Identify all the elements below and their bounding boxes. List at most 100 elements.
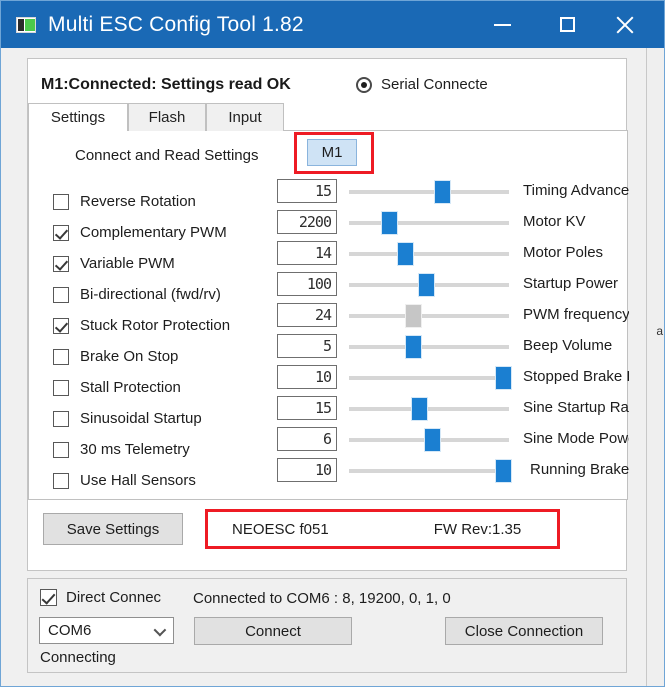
serial-connected-radio-group[interactable]: Serial Connecte (356, 76, 501, 93)
slider-thumb[interactable] (494, 458, 512, 483)
parameter-value-display[interactable]: 15 (277, 178, 337, 203)
checkbox-unchecked-icon[interactable] (53, 472, 69, 489)
minimize-button[interactable] (479, 1, 526, 48)
checkbox-label: Stall Protection (80, 379, 181, 396)
checkbox-label: Brake On Stop (80, 348, 179, 365)
close-button[interactable] (601, 1, 648, 48)
slider-track[interactable] (349, 406, 509, 411)
parameter-slider[interactable] (349, 303, 509, 328)
slider-track[interactable] (349, 313, 509, 318)
chevron-down-icon[interactable] (153, 623, 167, 637)
tab-input[interactable]: Input (206, 103, 284, 131)
slider-thumb[interactable] (417, 272, 435, 297)
checkbox-checked-icon[interactable] (40, 589, 57, 606)
title-bar[interactable]: Multi ESC Config Tool 1.82 (1, 1, 664, 48)
save-settings-label: Save Settings (66, 520, 160, 538)
checkbox-row[interactable]: Reverse Rotation (53, 186, 283, 217)
slider-track[interactable] (349, 220, 509, 225)
connect-button[interactable]: Connect (194, 617, 352, 645)
checkbox-row[interactable]: Complementary PWM (53, 217, 283, 248)
slider-thumb[interactable] (424, 427, 442, 452)
parameter-row: 10 Stopped Brake Lev (277, 361, 629, 392)
checkbox-unchecked-icon[interactable] (53, 348, 69, 365)
firmware-info-annotation-box: NEOESC f051 FW Rev:1.35 (205, 509, 560, 549)
parameter-value-display[interactable]: 6 (277, 426, 337, 451)
slider-thumb[interactable] (405, 334, 422, 359)
checkbox-unchecked-icon[interactable] (53, 410, 69, 427)
tab-flash-label: Flash (148, 109, 186, 126)
parameter-value-display[interactable]: 100 (277, 271, 337, 296)
parameter-slider[interactable] (349, 334, 509, 359)
parameter-label: Motor Poles (523, 244, 604, 261)
radio-selected-icon[interactable] (356, 76, 372, 93)
tab-flash[interactable]: Flash (128, 103, 206, 131)
parameter-row: 15 Sine Startup Ran (277, 392, 629, 423)
slider-thumb[interactable] (433, 179, 451, 204)
parameter-slider[interactable] (349, 179, 509, 204)
checkbox-unchecked-icon[interactable] (53, 193, 69, 210)
checkbox-label: Bi-directional (fwd/rv) (80, 286, 221, 303)
window-title: Multi ESC Config Tool 1.82 (48, 12, 304, 36)
slider-thumb[interactable] (381, 210, 398, 235)
parameter-row: 14 Motor Poles (277, 237, 629, 268)
com-port-select[interactable]: COM6 (39, 617, 174, 644)
parameter-value-display[interactable]: 24 (277, 302, 337, 327)
checkbox-row[interactable]: Use Hall Sensors (53, 465, 283, 496)
parameter-value-display[interactable]: 2200 (277, 209, 337, 234)
parameter-slider[interactable] (349, 365, 512, 390)
checkbox-row[interactable]: Brake On Stop (53, 341, 283, 372)
checkbox-row[interactable]: Sinusoidal Startup (53, 403, 283, 434)
slider-track[interactable] (349, 468, 509, 473)
direct-connect-checkbox[interactable]: Direct Connec (40, 589, 180, 606)
checkbox-label: Reverse Rotation (80, 193, 196, 210)
parameter-slider[interactable] (349, 210, 509, 235)
checkbox-checked-icon[interactable] (53, 255, 69, 272)
slider-track[interactable] (349, 375, 509, 380)
parameter-slider[interactable] (349, 396, 509, 421)
parameter-value-display[interactable]: 10 (277, 457, 337, 482)
parameter-label: Motor KV (523, 213, 586, 230)
checkbox-checked-icon[interactable] (53, 224, 69, 241)
checkbox-row[interactable]: Bi-directional (fwd/rv) (53, 279, 283, 310)
slider-thumb[interactable] (494, 365, 512, 390)
parameter-slider[interactable] (349, 272, 509, 297)
parameter-slider[interactable] (349, 427, 509, 452)
parameter-label: Sine Mode Powe (523, 430, 629, 447)
parameter-row: 15 Timing Advance (277, 175, 629, 206)
slider-thumb[interactable] (397, 241, 414, 266)
slider-thumb[interactable] (411, 396, 429, 421)
parameter-value-display[interactable]: 10 (277, 364, 337, 389)
tab-strip: Settings Flash Input (28, 103, 628, 132)
settings-tab-panel: Connect and Read Settings M1 Reverse Rot… (28, 131, 629, 500)
tab-settings-label: Settings (50, 109, 106, 126)
slider-track[interactable] (349, 189, 509, 194)
slider-track[interactable] (349, 344, 509, 349)
tab-settings[interactable]: Settings (28, 103, 128, 132)
checkbox-unchecked-icon[interactable] (53, 379, 69, 396)
parameter-slider[interactable] (349, 241, 509, 266)
parameter-value-display[interactable]: 15 (277, 395, 337, 420)
slider-thumb[interactable] (405, 303, 422, 328)
parameter-value-display[interactable]: 5 (277, 333, 337, 358)
checkbox-unchecked-icon[interactable] (53, 441, 69, 458)
checkbox-row[interactable]: Variable PWM (53, 248, 283, 279)
motor-m1-button[interactable]: M1 (307, 139, 357, 166)
parameter-label: Stopped Brake Lev (523, 368, 629, 385)
checkbox-label: Complementary PWM (80, 224, 227, 241)
checkbox-unchecked-icon[interactable] (53, 286, 69, 303)
parameter-slider[interactable] (349, 458, 512, 483)
maximize-button[interactable] (544, 1, 591, 48)
checkbox-checked-icon[interactable] (53, 317, 69, 334)
close-connection-label: Close Connection (464, 622, 584, 640)
parameter-label: Timing Advance (523, 182, 629, 199)
checkbox-row[interactable]: Stall Protection (53, 372, 283, 403)
parameter-row: 10 Running Brake Le (277, 454, 629, 485)
app-window: Multi ESC Config Tool 1.82 a M1:Connecte… (0, 0, 665, 687)
slider-track[interactable] (349, 251, 509, 256)
close-connection-button[interactable]: Close Connection (445, 617, 603, 645)
save-settings-button[interactable]: Save Settings (43, 513, 183, 545)
parameter-value-display[interactable]: 14 (277, 240, 337, 265)
checkbox-row[interactable]: 30 ms Telemetry (53, 434, 283, 465)
checkbox-label: Sinusoidal Startup (80, 410, 202, 427)
checkbox-row[interactable]: Stuck Rotor Protection (53, 310, 283, 341)
